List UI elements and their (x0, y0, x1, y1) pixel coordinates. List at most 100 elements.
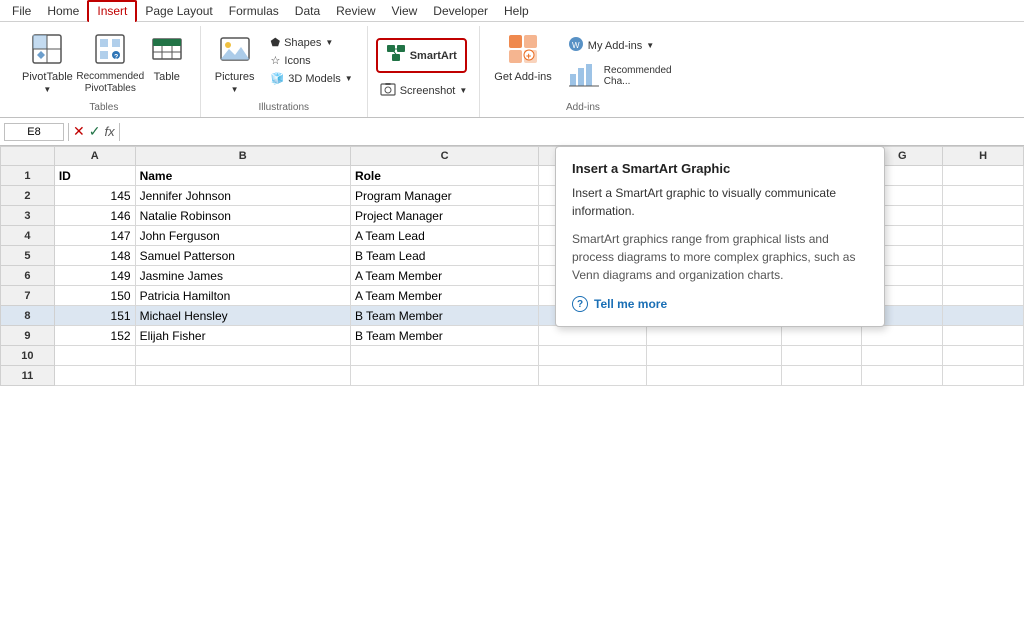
cell-2-A[interactable]: 145 (54, 186, 135, 206)
cell-7-A[interactable]: 150 (54, 286, 135, 306)
cell-11-D[interactable] (539, 366, 647, 386)
cell-4-C[interactable]: A Team Lead (350, 226, 538, 246)
3d-models-button[interactable]: 🧊 3D Models ▼ (265, 70, 359, 87)
cell-1-B[interactable]: Name (135, 166, 350, 186)
row-header-1[interactable]: 1 (1, 166, 55, 186)
menu-item-insert[interactable]: Insert (87, 0, 137, 22)
menu-item-help[interactable]: Help (496, 2, 537, 20)
col-header-a[interactable]: A (54, 147, 135, 166)
menu-item-view[interactable]: View (384, 2, 426, 20)
cell-9-H[interactable] (943, 326, 1024, 346)
cell-5-C[interactable]: B Team Lead (350, 246, 538, 266)
cell-10-H[interactable] (943, 346, 1024, 366)
cell-5-H[interactable] (943, 246, 1024, 266)
cell-9-G[interactable] (862, 326, 943, 346)
cell-11-A[interactable] (54, 366, 135, 386)
cell-10-C[interactable] (350, 346, 538, 366)
cell-6-B[interactable]: Jasmine James (135, 266, 350, 286)
col-header-h[interactable]: H (943, 147, 1024, 166)
row-header-2[interactable]: 2 (1, 186, 55, 206)
cell-11-F[interactable] (781, 366, 862, 386)
cell-11-C[interactable] (350, 366, 538, 386)
menu-item-developer[interactable]: Developer (425, 2, 496, 20)
row-header-10[interactable]: 10 (1, 346, 55, 366)
cell-5-A[interactable]: 148 (54, 246, 135, 266)
cell-10-A[interactable] (54, 346, 135, 366)
row-header-11[interactable]: 11 (1, 366, 55, 386)
smartart-button[interactable]: SmartArt (376, 38, 467, 73)
cell-10-E[interactable] (647, 346, 782, 366)
tooltip-link[interactable]: ? Tell me more (572, 296, 868, 312)
cell-11-H[interactable] (943, 366, 1024, 386)
cell-10-D[interactable] (539, 346, 647, 366)
cell-8-B[interactable]: Michael Hensley (135, 306, 350, 326)
cell-11-B[interactable] (135, 366, 350, 386)
pivottable-button[interactable]: PivotTable ▼ (16, 30, 79, 97)
ribbon-group-illustrations: Pictures ▼ ⬟ Shapes ▼ ☆ Icons 🧊 3D Model… (201, 26, 368, 117)
cell-10-F[interactable] (781, 346, 862, 366)
row-header-9[interactable]: 9 (1, 326, 55, 346)
cell-2-H[interactable] (943, 186, 1024, 206)
col-header-b[interactable]: B (135, 147, 350, 166)
cell-3-H[interactable] (943, 206, 1024, 226)
cell-3-B[interactable]: Natalie Robinson (135, 206, 350, 226)
cell-8-A[interactable]: 151 (54, 306, 135, 326)
cell-11-E[interactable] (647, 366, 782, 386)
row-header-4[interactable]: 4 (1, 226, 55, 246)
insert-function-icon[interactable]: fx (104, 124, 114, 139)
cell-9-C[interactable]: B Team Member (350, 326, 538, 346)
menu-item-home[interactable]: Home (39, 2, 87, 20)
cell-3-A[interactable]: 146 (54, 206, 135, 226)
cell-1-A[interactable]: ID (54, 166, 135, 186)
cell-4-B[interactable]: John Ferguson (135, 226, 350, 246)
cancel-formula-icon[interactable]: ✕ (73, 123, 85, 140)
shapes-button[interactable]: ⬟ Shapes ▼ (265, 34, 359, 51)
cell-8-C[interactable]: B Team Member (350, 306, 538, 326)
menu-item-file[interactable]: File (4, 2, 39, 20)
recommended-charts-button[interactable]: RecommendedCha... (562, 58, 678, 93)
cell-7-B[interactable]: Patricia Hamilton (135, 286, 350, 306)
cell-7-C[interactable]: A Team Member (350, 286, 538, 306)
row-header-5[interactable]: 5 (1, 246, 55, 266)
cell-3-C[interactable]: Project Manager (350, 206, 538, 226)
recommended-pivottables-button[interactable]: ? Recommended PivotTables (83, 30, 138, 98)
row-header-8[interactable]: 8 (1, 306, 55, 326)
cell-10-B[interactable] (135, 346, 350, 366)
cell-6-A[interactable]: 149 (54, 266, 135, 286)
screenshot-button[interactable]: Screenshot ▼ (376, 79, 472, 102)
cell-reference-box[interactable] (4, 123, 64, 141)
my-addins-button[interactable]: W My Add-ins ▼ (562, 34, 678, 57)
cell-8-H[interactable] (943, 306, 1024, 326)
get-addins-button[interactable]: + Get Add-ins (488, 30, 557, 86)
col-header-c[interactable]: C (350, 147, 538, 166)
menu-item-page-layout[interactable]: Page Layout (137, 2, 220, 20)
cell-5-B[interactable]: Samuel Patterson (135, 246, 350, 266)
cell-10-G[interactable] (862, 346, 943, 366)
cell-9-F[interactable] (781, 326, 862, 346)
formula-input[interactable] (124, 123, 1020, 141)
cell-9-A[interactable]: 152 (54, 326, 135, 346)
cell-4-A[interactable]: 147 (54, 226, 135, 246)
cell-9-E[interactable] (647, 326, 782, 346)
menu-item-review[interactable]: Review (328, 2, 383, 20)
cell-11-G[interactable] (862, 366, 943, 386)
cell-1-H[interactable] (943, 166, 1024, 186)
cell-6-H[interactable] (943, 266, 1024, 286)
cell-2-C[interactable]: Program Manager (350, 186, 538, 206)
row-header-3[interactable]: 3 (1, 206, 55, 226)
pictures-button[interactable]: Pictures ▼ (209, 30, 261, 97)
cell-4-H[interactable] (943, 226, 1024, 246)
cell-1-C[interactable]: Role (350, 166, 538, 186)
table-button[interactable]: Table (142, 30, 192, 86)
cell-7-H[interactable] (943, 286, 1024, 306)
menu-item-formulas[interactable]: Formulas (221, 2, 287, 20)
cell-2-B[interactable]: Jennifer Johnson (135, 186, 350, 206)
row-header-6[interactable]: 6 (1, 266, 55, 286)
row-header-7[interactable]: 7 (1, 286, 55, 306)
cell-6-C[interactable]: A Team Member (350, 266, 538, 286)
icons-button[interactable]: ☆ Icons (265, 52, 359, 69)
cell-9-D[interactable] (539, 326, 647, 346)
confirm-formula-icon[interactable]: ✓ (89, 123, 101, 140)
menu-item-data[interactable]: Data (287, 2, 328, 20)
cell-9-B[interactable]: Elijah Fisher (135, 326, 350, 346)
